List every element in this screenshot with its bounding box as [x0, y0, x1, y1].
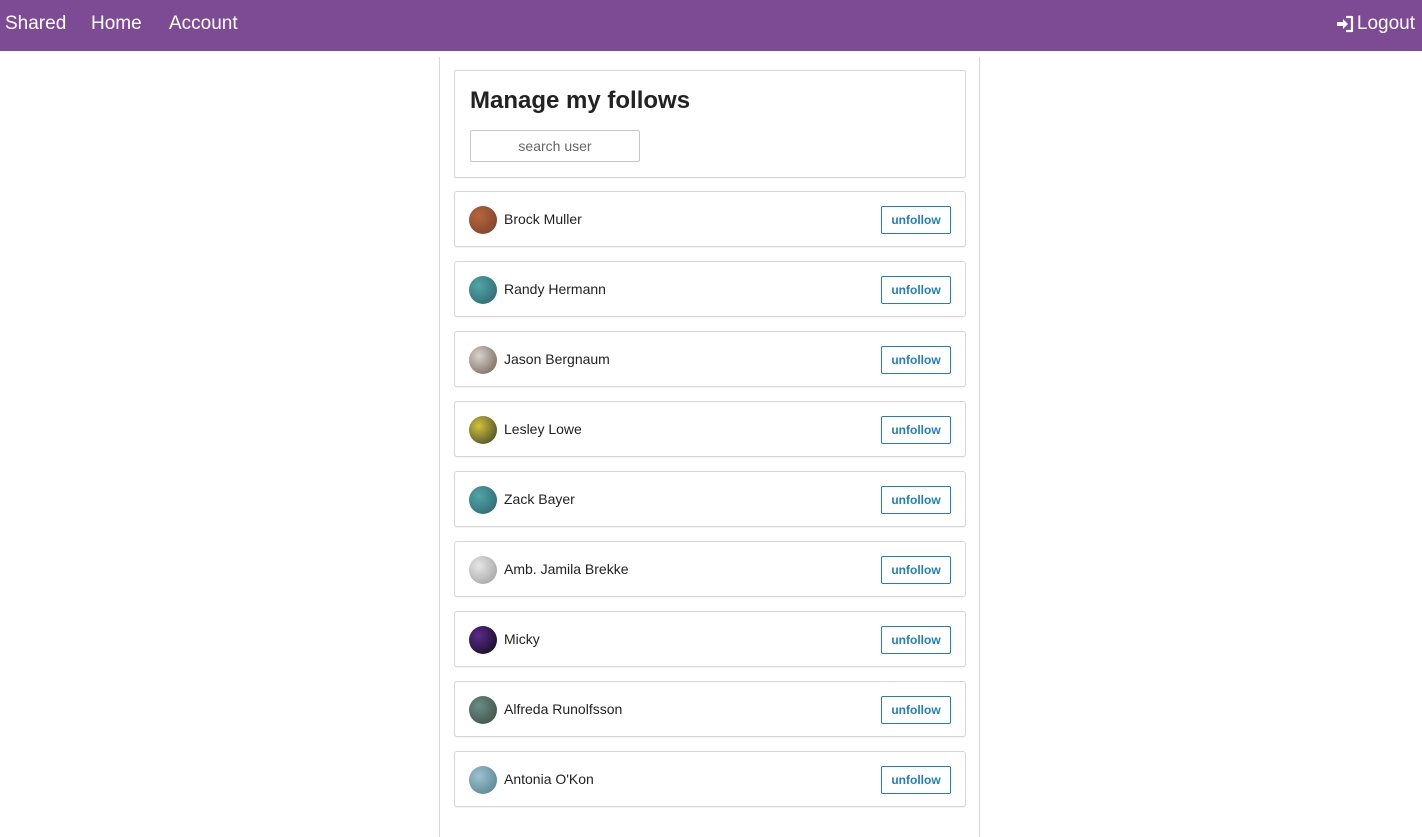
- follows-column: Manage my follows Brock MullerunfollowRa…: [439, 57, 980, 837]
- avatar[interactable]: [469, 346, 497, 374]
- avatar[interactable]: [469, 696, 497, 724]
- avatar[interactable]: [469, 766, 497, 794]
- user-name[interactable]: Brock Muller: [504, 210, 582, 228]
- avatar[interactable]: [469, 626, 497, 654]
- search-user-input[interactable]: [470, 130, 640, 162]
- user-name[interactable]: Jason Bergnaum: [504, 350, 610, 368]
- avatar[interactable]: [469, 486, 497, 514]
- nav-brand-shared[interactable]: Shared: [5, 12, 66, 36]
- user-name[interactable]: Amb. Jamila Brekke: [504, 560, 628, 578]
- avatar[interactable]: [469, 556, 497, 584]
- list-item: Brock Muller unfollow: [454, 191, 966, 247]
- list-item: Jason Bergnaum unfollow: [454, 331, 966, 387]
- top-navbar: Shared Home Account Logout: [0, 0, 1422, 51]
- list-item: Randy Hermann unfollow: [454, 261, 966, 317]
- user-name[interactable]: Micky: [504, 630, 540, 648]
- unfollow-button[interactable]: unfollow: [881, 276, 951, 304]
- unfollow-button[interactable]: unfollow: [881, 416, 951, 444]
- sign-in-icon: [1335, 14, 1355, 34]
- user-name[interactable]: Alfreda Runolfsson: [504, 700, 622, 718]
- avatar[interactable]: [469, 416, 497, 444]
- manage-follows-header-card: Manage my follows: [454, 70, 966, 178]
- nav-link-account[interactable]: Account: [169, 12, 238, 36]
- user-name[interactable]: Zack Bayer: [504, 490, 575, 508]
- logout-button[interactable]: Logout: [1335, 12, 1415, 36]
- unfollow-button[interactable]: unfollow: [881, 766, 951, 794]
- list-item: Antonia O'Kon unfollow: [454, 751, 966, 807]
- list-item: Amb. Jamila Brekke unfollow: [454, 541, 966, 597]
- unfollow-button[interactable]: unfollow: [881, 206, 951, 234]
- list-item: Micky unfollow: [454, 611, 966, 667]
- unfollow-button[interactable]: unfollow: [881, 626, 951, 654]
- unfollow-button[interactable]: unfollow: [881, 696, 951, 724]
- avatar[interactable]: [469, 206, 497, 234]
- user-name[interactable]: Randy Hermann: [504, 280, 606, 298]
- page-title: Manage my follows: [470, 87, 691, 114]
- unfollow-button[interactable]: unfollow: [881, 346, 951, 374]
- avatar[interactable]: [469, 276, 497, 304]
- nav-link-home[interactable]: Home: [91, 12, 142, 36]
- user-name[interactable]: Antonia O'Kon: [504, 770, 594, 788]
- user-name[interactable]: Lesley Lowe: [504, 420, 582, 438]
- list-item: Zack Bayer unfollow: [454, 471, 966, 527]
- logout-label: Logout: [1356, 13, 1415, 34]
- list-item: Lesley Lowe unfollow: [454, 401, 966, 457]
- list-item: Alfreda Runolfsson unfollow: [454, 681, 966, 737]
- unfollow-button[interactable]: unfollow: [881, 556, 951, 584]
- unfollow-button[interactable]: unfollow: [881, 486, 951, 514]
